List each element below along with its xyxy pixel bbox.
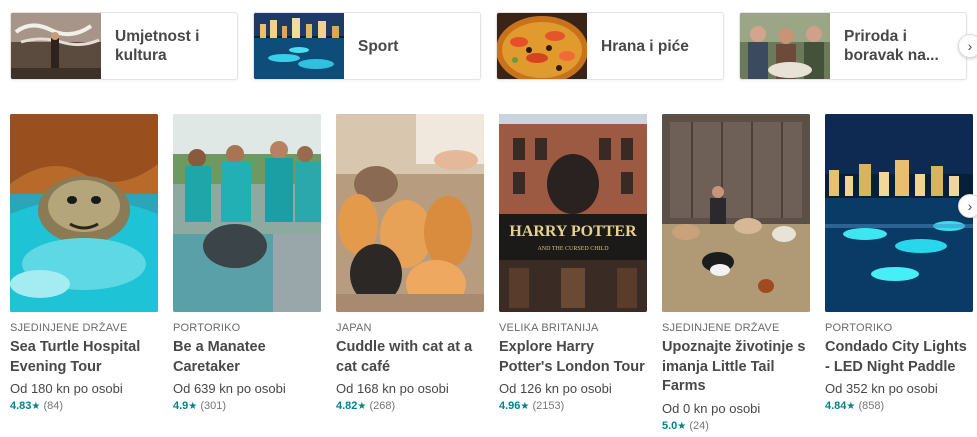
experience-rating: 4.96★ (2153) — [499, 398, 647, 415]
experience-title[interactable]: Explore Harry Potter's London Tour — [499, 338, 647, 377]
experience-photo-harry-potter: HARRY POTTER AND THE CURSED CHILD — [499, 114, 647, 312]
star-icon: ★ — [357, 401, 367, 412]
categories-next-button[interactable]: › — [958, 34, 977, 58]
experience-title[interactable]: Upoznajte životinje s imanja Little Tail… — [662, 338, 810, 397]
rating-score: 4.82 — [336, 400, 358, 412]
experience-price: Od 168 kn po osobi — [336, 381, 449, 396]
experience-price: Od 639 kn po osobi — [173, 381, 286, 396]
experience-price: Od 180 kn po osobi — [10, 381, 123, 396]
experience-country: SJEDINJENE DRŽAVE — [10, 322, 128, 334]
experience-row: SJEDINJENE DRŽAVE Sea Turtle Hospital Ev… — [10, 114, 977, 435]
experience-price: Od 0 kn po osobi — [662, 400, 761, 416]
rating-score: 4.84 — [825, 400, 847, 412]
category-card-art-culture[interactable]: Umjetnost i kultura — [10, 12, 238, 80]
review-count: (301) — [200, 400, 227, 412]
review-count: (858) — [858, 400, 885, 412]
rating-score: 4.9 — [173, 400, 189, 412]
experience-country: JAPAN — [336, 322, 372, 334]
experience-country: SJEDINJENE DRŽAVE — [662, 322, 780, 334]
experience-photo-farm — [662, 114, 810, 312]
experience-rating: 5.0★ (24) — [662, 418, 810, 435]
category-label: Umjetnost i kultura — [115, 28, 200, 64]
experience-photo-night-paddle — [825, 114, 973, 312]
category-row: Umjetnost i kultura Sport Hrana i piće P… — [10, 12, 977, 82]
star-icon: ★ — [188, 401, 198, 412]
star-icon: ★ — [677, 420, 687, 432]
experience-price: Od 126 kn po osobi — [499, 381, 612, 396]
experience-card[interactable]: HARRY POTTER AND THE CURSED CHILD VELIKA… — [499, 114, 647, 415]
experience-country: PORTORIKO — [825, 322, 893, 334]
rating-score: 5.0 — [662, 419, 678, 432]
experience-photo-cat-cafe — [336, 114, 484, 312]
rating-score: 4.96 — [499, 400, 521, 412]
theatre-sign-text: HARRY POTTER — [509, 223, 637, 240]
experience-country: VELIKA BRITANIJA — [499, 322, 599, 334]
experience-rating: 4.83★ (84) — [10, 398, 158, 415]
experience-title[interactable]: Be a Manatee Caretaker — [173, 338, 321, 377]
category-label: Sport — [358, 37, 399, 55]
experience-title[interactable]: Cuddle with cat at a cat café — [336, 338, 484, 377]
experience-photo-sea-turtle — [10, 114, 158, 312]
experience-card[interactable]: JAPAN Cuddle with cat at a cat café Od 1… — [336, 114, 484, 415]
category-thumb-sport — [254, 13, 344, 79]
star-icon: ★ — [846, 401, 856, 412]
experience-card[interactable]: SJEDINJENE DRŽAVE Upoznajte životinje s … — [662, 114, 810, 435]
star-icon: ★ — [520, 401, 530, 412]
experience-rating: 4.84★ (858) — [825, 398, 973, 415]
theatre-subsign-text: AND THE CURSED CHILD — [537, 246, 609, 252]
experience-title[interactable]: Condado City Lights - LED Night Paddle — [825, 338, 973, 377]
review-count: (2153) — [532, 400, 565, 412]
category-label: Hrana i piće — [601, 37, 689, 55]
category-label: Priroda i boravak na... — [844, 28, 939, 64]
experience-card[interactable]: PORTORIKO Condado City Lights - LED Nigh… — [825, 114, 973, 415]
category-thumb-art-culture — [11, 13, 101, 79]
experience-price: Od 352 kn po osobi — [825, 381, 938, 396]
category-thumb-nature-outdoors — [740, 13, 830, 79]
review-count: (24) — [689, 419, 709, 432]
category-card-food-drink[interactable]: Hrana i piće — [496, 12, 724, 80]
experience-country: PORTORIKO — [173, 322, 241, 334]
category-card-sport[interactable]: Sport — [253, 12, 481, 80]
review-count: (268) — [369, 400, 396, 412]
star-icon: ★ — [31, 401, 41, 412]
review-count: (84) — [43, 400, 64, 412]
experience-card[interactable]: PORTORIKO Be a Manatee Caretaker Od 639 … — [173, 114, 321, 415]
experiences-next-button[interactable]: › — [958, 194, 977, 218]
experience-rating: 4.82★ (268) — [336, 398, 484, 415]
chevron-right-icon: › — [967, 198, 973, 214]
rating-score: 4.83 — [10, 400, 32, 412]
category-thumb-food-drink — [497, 13, 587, 79]
experience-title[interactable]: Sea Turtle Hospital Evening Tour — [10, 338, 158, 377]
experience-rating: 4.9★ (301) — [173, 398, 321, 415]
experience-photo-manatee — [173, 114, 321, 312]
experience-card[interactable]: SJEDINJENE DRŽAVE Sea Turtle Hospital Ev… — [10, 114, 158, 415]
category-card-nature-outdoors[interactable]: Priroda i boravak na... — [739, 12, 967, 80]
chevron-right-icon: › — [967, 38, 973, 54]
